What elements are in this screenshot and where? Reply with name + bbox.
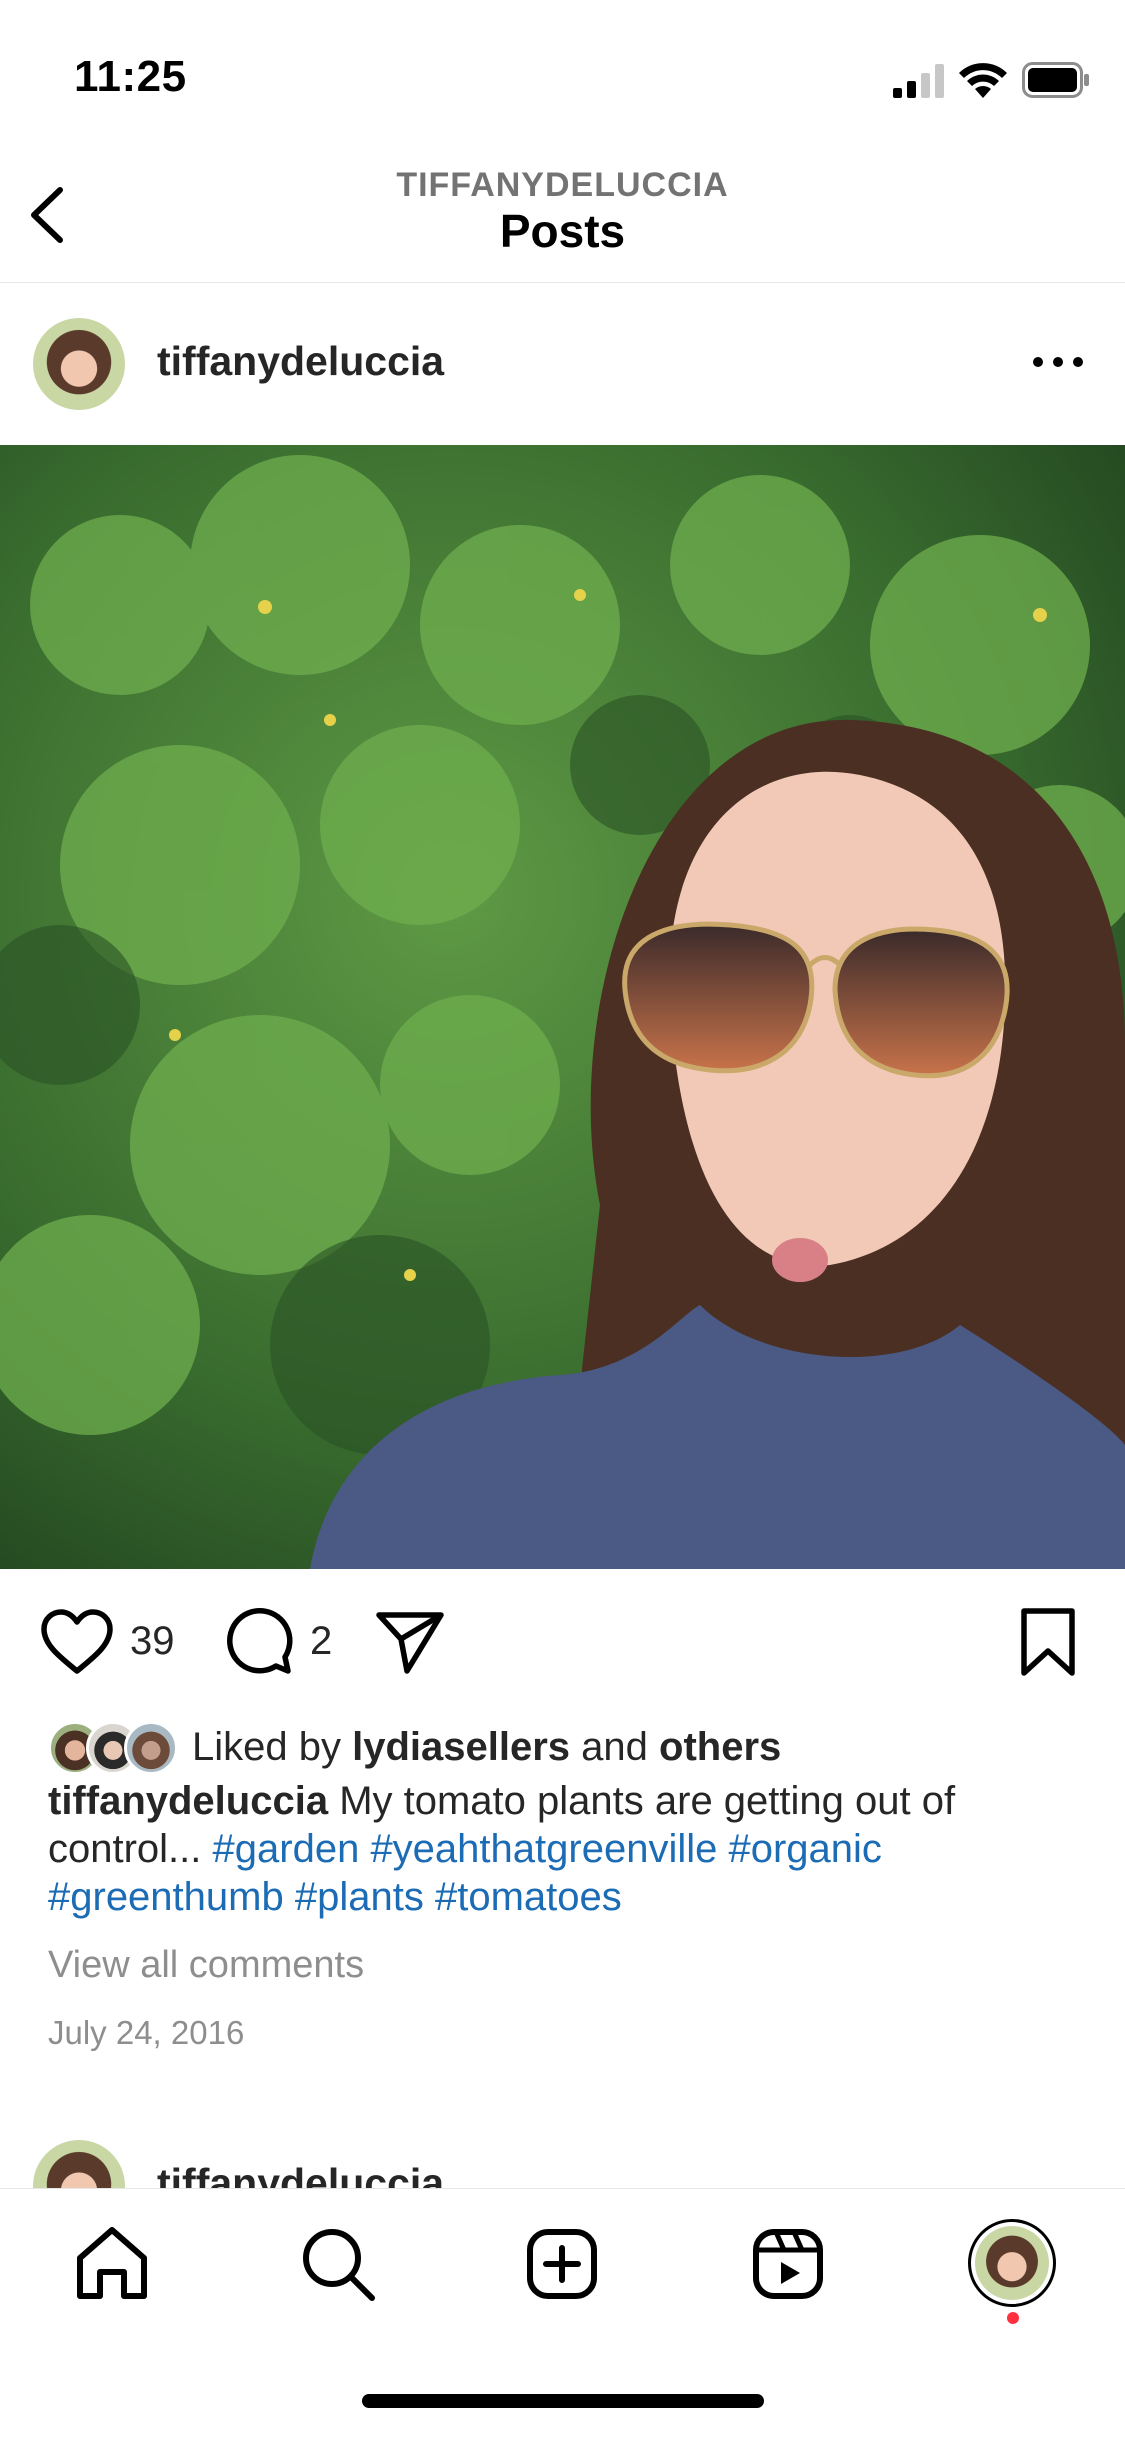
notification-dot (1007, 2312, 1019, 2324)
cellular-signal-icon (893, 64, 944, 98)
nav-header: TIFFANYDELUCCIA Posts (0, 150, 1125, 283)
hashtag[interactable]: #yeahthatgreenville (370, 1827, 717, 1871)
liked-by-middle: and (570, 1725, 660, 1769)
tab-profile[interactable] (968, 2219, 1056, 2307)
reels-icon[interactable] (748, 2224, 828, 2304)
comment-icon[interactable] (224, 1607, 294, 1677)
avatar[interactable] (33, 2140, 125, 2188)
post-caption: tiffanydeluccia My tomato plants are get… (48, 1777, 1088, 1921)
liked-by-row[interactable]: Liked by lydiasellers and others (48, 1715, 1098, 1775)
more-horizontal-icon[interactable] (1030, 342, 1086, 382)
hashtag[interactable]: #organic (728, 1827, 881, 1871)
hashtag[interactable]: #plants (295, 1875, 424, 1919)
liked-by-user[interactable]: lydiasellers (352, 1725, 570, 1769)
wifi-icon (959, 63, 1007, 98)
home-icon[interactable] (72, 2224, 152, 2304)
like-count[interactable]: 39 (130, 1619, 175, 1664)
next-post-header: tiffanydeluccia (0, 2118, 1125, 2188)
liked-by-text: Liked by lydiasellers and others (192, 1725, 781, 1770)
heart-icon[interactable] (40, 1609, 114, 1675)
hashtag[interactable]: #greenthumb (48, 1875, 284, 1919)
more-horizontal-icon[interactable] (1030, 2174, 1086, 2188)
home-indicator[interactable] (362, 2394, 764, 2408)
bookmark-icon[interactable] (1018, 1607, 1078, 1677)
page-title: Posts (499, 205, 626, 257)
hashtag[interactable]: #tomatoes (435, 1875, 622, 1919)
search-icon[interactable] (298, 2224, 378, 2304)
liked-by-prefix: Liked by (192, 1725, 353, 1769)
hashtag[interactable]: #garden (213, 1827, 360, 1871)
plus-square-icon[interactable] (522, 2224, 602, 2304)
status-time: 11:25 (74, 52, 187, 101)
battery-icon (1022, 62, 1089, 98)
post-header: tiffanydeluccia (0, 282, 1125, 444)
avatar (975, 2226, 1049, 2300)
post-photo[interactable] (0, 445, 1125, 1569)
caption-username[interactable]: tiffanydeluccia (48, 1779, 328, 1823)
liker-avatar (124, 1721, 178, 1775)
avatar[interactable] (33, 318, 125, 410)
liked-by-others[interactable]: others (659, 1725, 781, 1769)
photo-illustration (0, 445, 1125, 1569)
paper-plane-icon[interactable] (375, 1609, 445, 1675)
comment-count[interactable]: 2 (310, 1619, 332, 1664)
nav-username: TIFFANYDELUCCIA (396, 166, 729, 204)
post-actions: 39 2 (0, 1569, 1125, 1709)
post-date: July 24, 2016 (48, 2014, 245, 2051)
post-username[interactable]: tiffanydeluccia (157, 338, 444, 385)
post-username[interactable]: tiffanydeluccia (157, 2160, 444, 2188)
view-all-comments-link[interactable]: View all comments (48, 1944, 364, 1987)
status-bar: 11:25 (0, 0, 1125, 150)
